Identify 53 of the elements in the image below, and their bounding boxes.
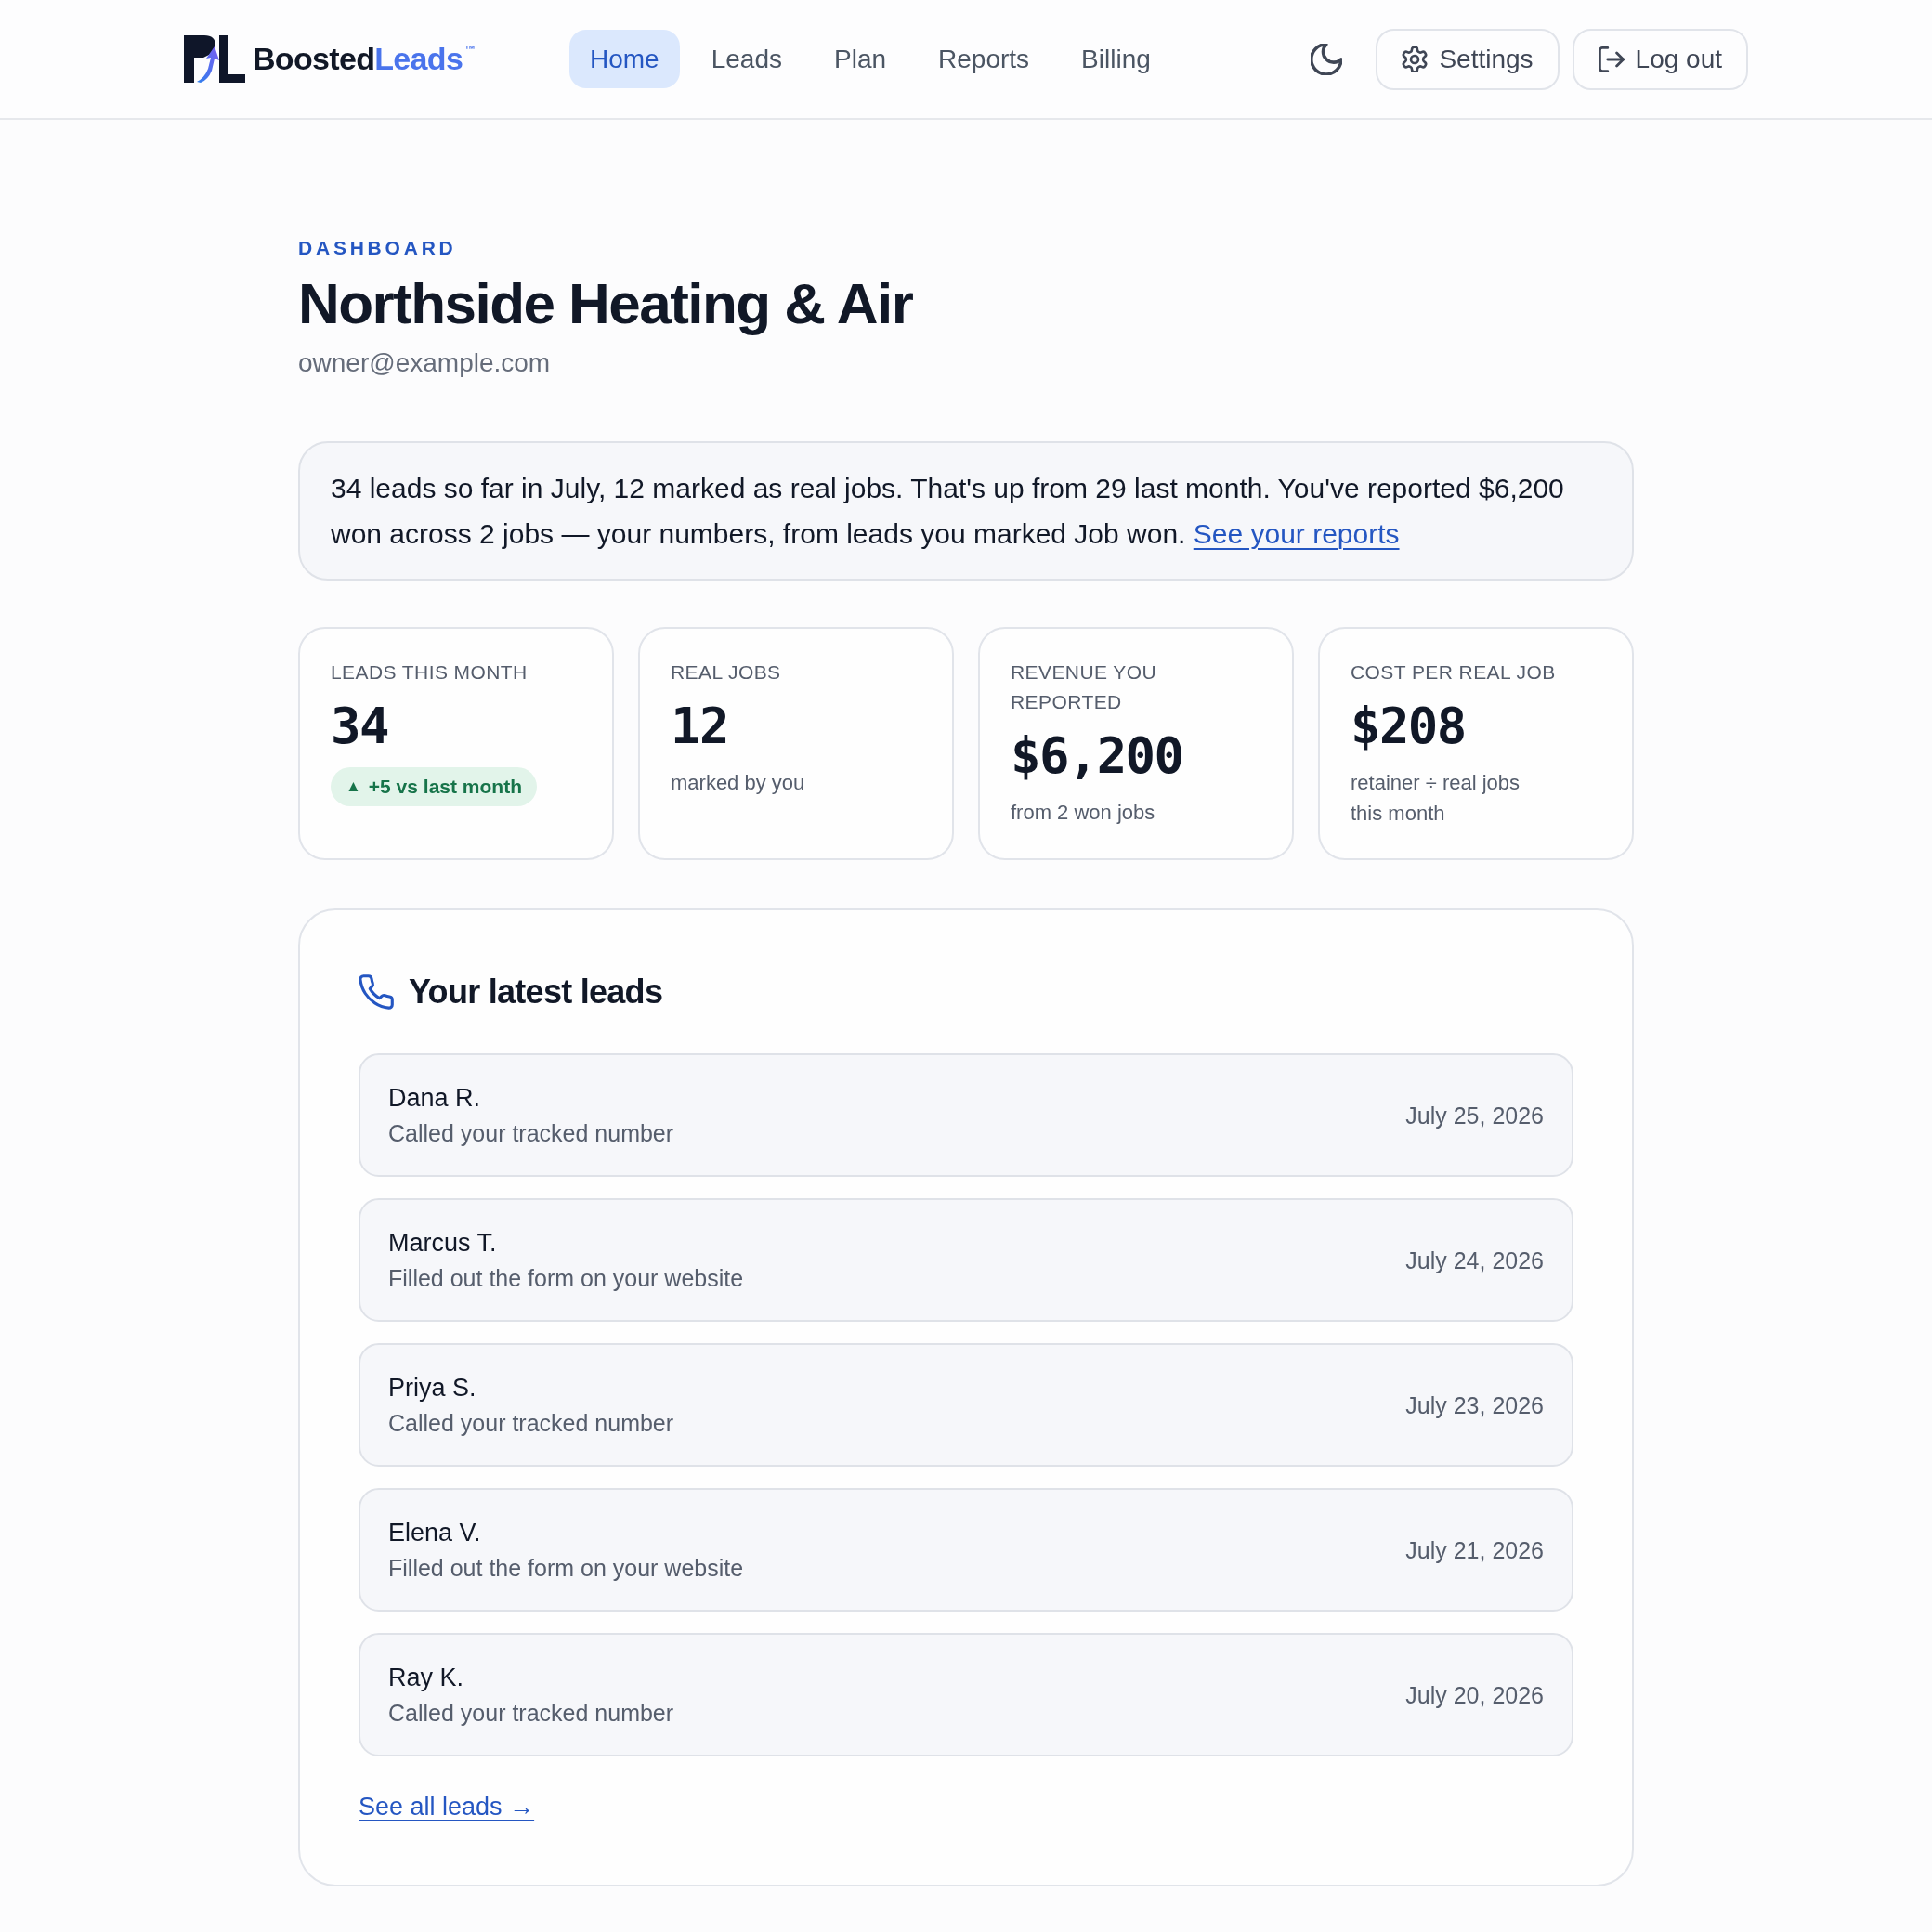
lead-name: Elena V.: [388, 1517, 482, 1548]
lead-source: Called your tracked number: [388, 1698, 674, 1728]
stat-note: marked by you: [671, 770, 805, 796]
page-title: Northside Heating & Air: [298, 272, 914, 335]
lead-source: Filled out the form on your website: [388, 1263, 744, 1293]
lead-row[interactable]: Ray K. Called your tracked number July 20, 2026: [359, 1633, 1573, 1756]
lead-date: July 23, 2026: [1405, 1390, 1544, 1420]
lead-name: Dana R.: [388, 1082, 482, 1114]
lead-date: July 25, 2026: [1405, 1101, 1544, 1130]
stat-label: REAL JOBS: [671, 660, 781, 685]
lead-row[interactable]: Elena V. Filled out the form on your website July 21, 2026: [359, 1488, 1573, 1612]
lead-row[interactable]: Marcus T. Filled out the form on your website July 24, 2026: [359, 1198, 1573, 1322]
stat-note: from 2 won jobs: [1011, 800, 1155, 826]
lead-name: Priya S.: [388, 1372, 477, 1403]
logo-icon: [184, 35, 245, 83]
triangle-icon: ▲: [346, 777, 361, 796]
stat-note: retainer ÷ real jobs this month: [1351, 770, 1521, 827]
reports-link[interactable]: See your reports: [1193, 518, 1400, 549]
moon-icon: [1311, 43, 1343, 75]
lead-date: July 24, 2026: [1405, 1246, 1544, 1275]
stat-label: COST PER REAL JOB: [1351, 660, 1556, 685]
lead-row[interactable]: Priya S. Called your tracked number July 23, 2026: [359, 1343, 1573, 1467]
log-out-icon: [1598, 46, 1625, 72]
nav-tab[interactable]: Plan: [814, 30, 907, 88]
lead-date: July 21, 2026: [1405, 1535, 1544, 1565]
section-title: Your latest leads: [409, 972, 663, 1012]
stat-value: 12: [671, 698, 728, 754]
stat-value: 34: [331, 698, 388, 754]
stat-label: REVENUE YOU REPORTED: [1011, 660, 1158, 714]
nav-tab[interactable]: Home: [569, 30, 680, 88]
stat-label: LEADS THIS MONTH: [331, 660, 528, 685]
lead-row[interactable]: Dana R. Called your tracked number July 25, 2026: [359, 1053, 1573, 1177]
account-email: owner@example.com: [298, 347, 552, 379]
nav-tab[interactable]: Billing: [1061, 30, 1171, 88]
lead-source: Called your tracked number: [388, 1118, 674, 1148]
stat-value: $6,200: [1011, 728, 1183, 784]
brand-name: BoostedLeads$^{™}$: [253, 40, 476, 78]
lead-source: Called your tracked number: [388, 1408, 674, 1438]
trend-badge: ▲ +5 vs last month: [331, 767, 537, 806]
lead-date: July 20, 2026: [1405, 1680, 1544, 1710]
see-all-leads-link[interactable]: See all leads →: [359, 1790, 535, 1823]
nav-tab[interactable]: Reports: [918, 30, 1051, 88]
lead-source: Filled out the form on your website: [388, 1553, 744, 1583]
lead-name: Marcus T.: [388, 1227, 498, 1259]
summary-text: 34 leads so far in July, 12 marked as real jobs. That's up from 29 last month. You've reported $6,200 won across 2 jobs — your numbers, from leads you marked Job won. See your reports: [331, 472, 1565, 551]
stat-value: $208: [1351, 698, 1466, 754]
settings-button[interactable]: Settings: [1376, 28, 1560, 90]
page-eyebrow: DASHBOARD: [298, 236, 458, 260]
settings-icon: [1402, 46, 1429, 72]
log-out-button[interactable]: Log out: [1572, 28, 1748, 90]
nav-tab[interactable]: Leads: [690, 30, 803, 88]
phone-icon: [359, 974, 394, 1010]
lead-name: Ray K.: [388, 1662, 465, 1693]
